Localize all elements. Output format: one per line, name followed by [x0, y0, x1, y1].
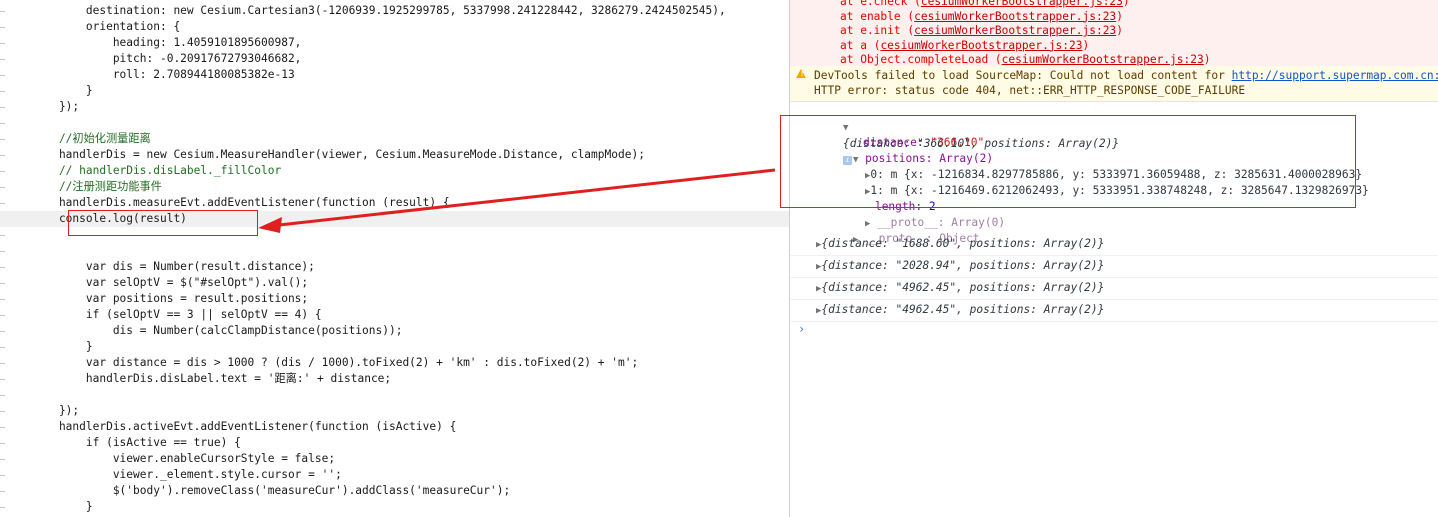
code-line[interactable]: }: [0, 499, 93, 515]
code-line[interactable]: // handlerDis.disLabel._fillColor: [0, 163, 281, 179]
code-line[interactable]: var positions = result.positions;: [0, 291, 308, 307]
code-line[interactable]: orientation: {: [0, 19, 180, 35]
code-line[interactable]: var selOptV = $("#selOpt").val();: [0, 275, 308, 291]
annotation-box-console-log: [68, 210, 258, 236]
code-line[interactable]: $('body').removeClass('measureCur').addC…: [0, 483, 510, 499]
code-line[interactable]: handlerDis.measureEvt.addEventListener(f…: [0, 195, 450, 211]
source-file-link[interactable]: cesiumWorkerBootstrapper.js:23: [914, 10, 1116, 23]
devtools-console[interactable]: at e.check (cesiumWorkerBootstrapper.js:…: [790, 0, 1438, 517]
warning-icon: !: [796, 69, 806, 78]
code-line[interactable]: [0, 227, 32, 243]
error-stack-line: at Object.completeLoad (cesiumWorkerBoot…: [840, 53, 1211, 66]
proto-object[interactable]: ▶ __proto__: Object: [826, 215, 980, 245]
log-summary: {distance: "4962.45", positions: Array(2…: [821, 303, 1105, 316]
code-line[interactable]: if (isActive == true) {: [0, 435, 241, 451]
source-file-link[interactable]: cesiumWorkerBootstrapper.js:23: [914, 24, 1116, 37]
code-line[interactable]: if (selOptV == 3 || selOptV == 4) {: [0, 307, 322, 323]
warning-link[interactable]: http://support.supermap.com.cn:80: [1232, 69, 1438, 82]
code-line[interactable]: heading: 1.4059101895600987,: [0, 35, 302, 51]
code-line[interactable]: dis = Number(calcClampDistance(positions…: [0, 323, 403, 339]
error-stack-line: at e.init (cesiumWorkerBootstrapper.js:2…: [840, 24, 1123, 37]
code-editor[interactable]: destination: new Cesium.Cartesian3(-1206…: [0, 0, 789, 517]
console-log-row[interactable]: ▶{distance: "1688.60", positions: Array(…: [790, 234, 1438, 256]
code-line[interactable]: //注册测距功能事件: [0, 179, 162, 195]
annotation-box-output: [780, 115, 1356, 208]
code-line[interactable]: handlerDis.activeEvt.addEventListener(fu…: [0, 419, 456, 435]
warning-detail: HTTP error: status code 404, net::ERR_HT…: [814, 84, 1246, 97]
code-line[interactable]: });: [0, 403, 79, 419]
code-line[interactable]: [0, 243, 32, 259]
log-summary: {distance: "1688.60", positions: Array(2…: [821, 237, 1105, 250]
source-file-link[interactable]: cesiumWorkerBootstrapper.js:23: [1002, 53, 1204, 66]
error-stack-line: at a (cesiumWorkerBootstrapper.js:23): [840, 38, 1090, 52]
source-file-link[interactable]: cesiumWorkerBootstrapper.js:23: [921, 0, 1123, 8]
code-line[interactable]: handlerDis.disLabel.text = '距离:' + dista…: [0, 371, 391, 387]
console-log-row[interactable]: ▶{distance: "4962.45", positions: Array(…: [790, 278, 1438, 300]
code-line[interactable]: var distance = dis > 1000 ? (dis / 1000)…: [0, 355, 638, 371]
code-line[interactable]: destination: new Cesium.Cartesian3(-1206…: [0, 3, 726, 19]
code-line[interactable]: //初始化测量距离: [0, 131, 151, 147]
code-line[interactable]: handlerDis = new Cesium.MeasureHandler(v…: [0, 147, 645, 163]
error-stack-line: at enable (cesiumWorkerBootstrapper.js:2…: [840, 9, 1123, 23]
console-prompt[interactable]: ›: [798, 322, 805, 336]
code-line[interactable]: var dis = Number(result.distance);: [0, 259, 315, 275]
sourcemap-warning: ! DevTools failed to load SourceMap: Cou…: [790, 66, 1438, 102]
code-line[interactable]: viewer._element.style.cursor = '';: [0, 467, 342, 483]
source-file-link[interactable]: cesiumWorkerBootstrapper.js:23: [880, 39, 1082, 52]
console-log-row[interactable]: ▶{distance: "4962.45", positions: Array(…: [790, 300, 1438, 322]
code-line[interactable]: }: [0, 83, 93, 99]
warning-message: DevTools failed to load SourceMap: Could…: [814, 68, 1438, 83]
log-summary: {distance: "4962.45", positions: Array(2…: [821, 281, 1105, 294]
code-line[interactable]: [0, 387, 32, 403]
code-line[interactable]: roll: 2.708944180085382e-13: [0, 67, 295, 83]
code-line[interactable]: }: [0, 339, 93, 355]
code-line[interactable]: });: [0, 99, 79, 115]
error-stack-trace: at e.check (cesiumWorkerBootstrapper.js:…: [790, 0, 1438, 67]
log-summary: {distance: "2028.94", positions: Array(2…: [821, 259, 1105, 272]
code-line[interactable]: viewer.enableCursorStyle = false;: [0, 451, 335, 467]
code-line[interactable]: [0, 115, 32, 131]
console-log-row[interactable]: ▶{distance: "2028.94", positions: Array(…: [790, 256, 1438, 278]
code-line[interactable]: pitch: -0.20917672793046682,: [0, 51, 302, 67]
